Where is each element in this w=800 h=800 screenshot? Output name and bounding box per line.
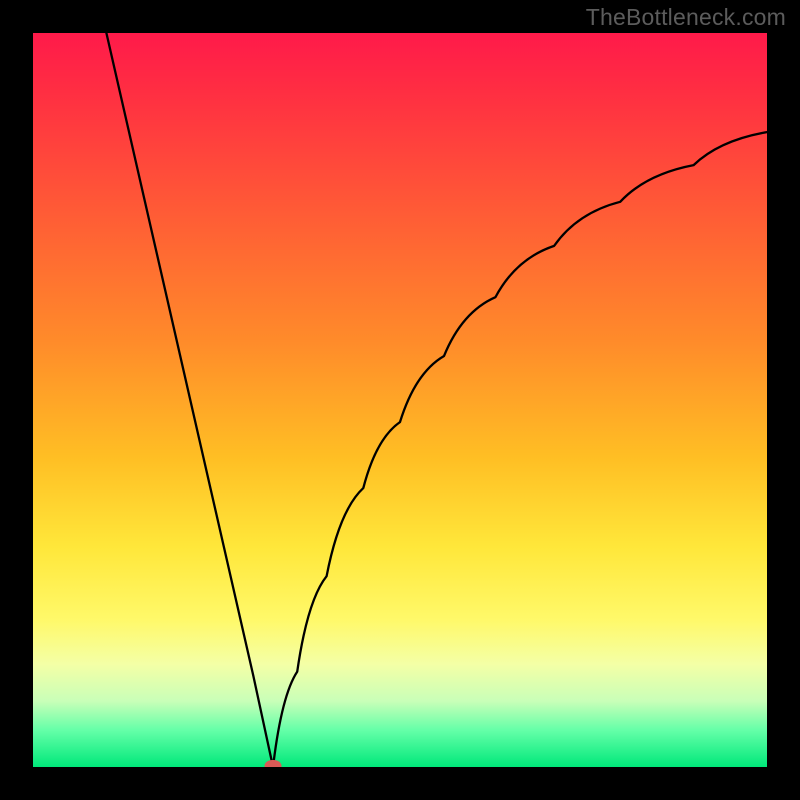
- bottleneck-curve: [33, 33, 767, 767]
- optimal-marker-icon: [265, 760, 282, 767]
- plot-area: [33, 33, 767, 767]
- chart-frame: TheBottleneck.com: [0, 0, 800, 800]
- watermark-text: TheBottleneck.com: [586, 4, 786, 31]
- curve-path: [106, 33, 767, 767]
